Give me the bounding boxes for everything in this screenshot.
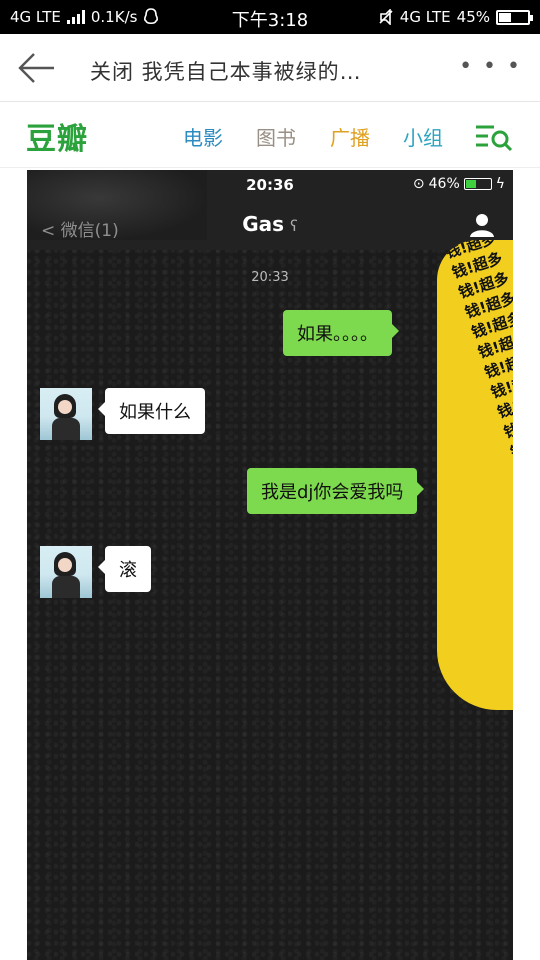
contact-icon (470, 214, 494, 237)
message-bubble: 如果。。。。 (283, 310, 399, 356)
message-bubble: 滚 (98, 546, 151, 592)
more-options-button[interactable]: • • • (459, 54, 522, 79)
inner-status-right: ⊙ 46% ϟ (413, 176, 505, 192)
chat-title: Gas ʕ (27, 212, 513, 236)
charging-icon: ϟ (495, 176, 505, 192)
mute-icon (379, 9, 393, 25)
inner-battery-icon (463, 178, 492, 190)
browser-bar: 关闭 我凭自己本事被绿的… • • • (0, 34, 540, 102)
menu-search-icon[interactable] (474, 122, 514, 152)
inner-battery-percent: 46% (428, 176, 460, 192)
tab-book[interactable]: 图书 (256, 122, 296, 151)
status-right: 4G LTE 45% (378, 8, 533, 26)
back-arrow-icon[interactable] (16, 52, 56, 84)
tab-group[interactable]: 小组 (403, 122, 443, 151)
network-label-right: 4G LTE (399, 8, 451, 26)
avatar (40, 388, 92, 440)
earpiece-icon: ʕ (290, 217, 298, 235)
battery-percent: 45% (456, 8, 490, 26)
douban-nav: 豆瓣 电影 图书 广播 小组 (0, 102, 540, 168)
chat-title-text: Gas (242, 212, 285, 236)
rotation-lock-icon: ⊙ (412, 176, 425, 192)
chat-screenshot: 20:36 ⊙ 46% ϟ < 微信(1) Gas ʕ 钱!超多钱!超多钱!超多钱… (27, 170, 513, 960)
message-bubble: 如果什么 (98, 388, 205, 434)
sticker-overlay: 钱!超多钱!超多钱!超多钱!超多钱!超多钱!超多钱!超多钱!超多钱!超多钱!超多… (437, 240, 513, 710)
status-bar: 4G LTE 0.1K/s 下午3:18 4G LTE 45% (0, 0, 540, 34)
battery-icon (496, 9, 533, 25)
sticker-text: 钱!超多钱!超多钱!超多钱!超多钱!超多钱!超多钱!超多钱!超多钱!超多钱!超多… (443, 240, 513, 462)
tab-broadcast[interactable]: 广播 (330, 122, 370, 151)
message-bubble: 我是dj你会爱我吗 (247, 468, 425, 514)
chat-header: 20:36 ⊙ 46% ϟ < 微信(1) Gas ʕ (27, 170, 513, 250)
chat-timestamp: 20:33 (251, 270, 289, 285)
tab-movie[interactable]: 电影 (183, 122, 223, 151)
avatar (40, 546, 92, 598)
douban-logo[interactable]: 豆瓣 (26, 114, 88, 158)
page-title[interactable]: 关闭 我凭自己本事被绿的… (90, 56, 362, 86)
